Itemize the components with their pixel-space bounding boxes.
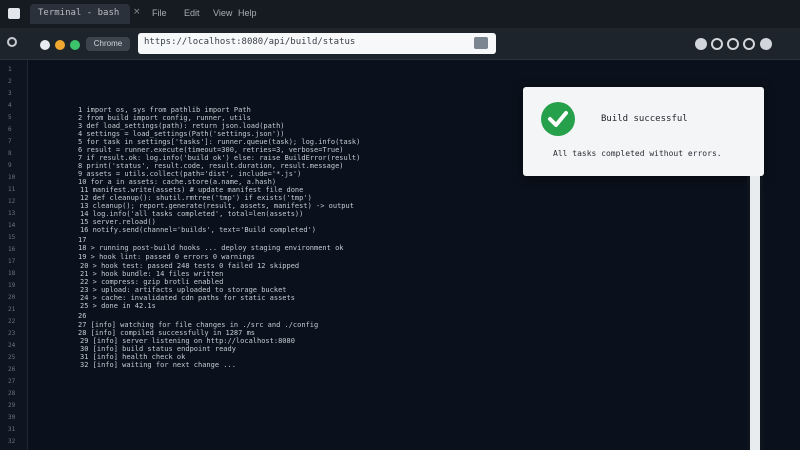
line-number: 11 [8, 186, 16, 193]
reload-button[interactable] [727, 38, 739, 50]
line-number: 32 [8, 438, 16, 445]
dialog-title: Build successful [601, 114, 688, 124]
code-line: 18 > running post-build hooks ... deploy… [78, 244, 344, 252]
line-number: 1 [8, 66, 12, 73]
forward-button[interactable] [711, 38, 723, 50]
line-number: 28 [8, 390, 16, 397]
code-line: 22 > compress: gzip brotli enabled [80, 278, 224, 286]
code-line: 3 def load_settings(path): return json.l… [78, 122, 285, 130]
code-line: 23 > upload: artifacts uploaded to stora… [80, 286, 287, 294]
code-line: 30 [info] build status endpoint ready [80, 345, 236, 353]
line-number: 12 [8, 198, 16, 205]
line-number: 21 [8, 306, 16, 313]
line-number: 14 [8, 222, 16, 229]
code-line: 14 log.info('all tasks completed', total… [80, 210, 304, 218]
line-number: 22 [8, 318, 16, 325]
line-number: 17 [8, 258, 16, 265]
line-number: 2 [8, 78, 12, 85]
address-text: https://localhost:8080/api/build/status [144, 37, 356, 47]
folder-icon[interactable] [8, 8, 20, 19]
close-window-button[interactable] [40, 40, 50, 50]
success-dialog: Build successful All tasks completed wit… [523, 87, 764, 176]
back-button[interactable] [695, 38, 707, 50]
address-bar[interactable]: https://localhost:8080/api/build/status [138, 33, 496, 54]
menu-item-help[interactable]: Help [238, 8, 257, 18]
code-line: 1 import os, sys from pathlib import Pat… [78, 106, 251, 114]
tab-terminal[interactable]: Terminal - bash [30, 4, 130, 24]
line-number: 16 [8, 246, 16, 253]
line-number: 20 [8, 294, 16, 301]
line-number: 3 [8, 90, 12, 97]
code-line: 19 > hook lint: passed 0 errors 0 warnin… [78, 253, 256, 261]
code-line: 13 cleanup(); report.generate(result, as… [80, 202, 354, 210]
line-number: 24 [8, 342, 16, 349]
code-line: 26 [78, 312, 87, 320]
line-number: 5 [8, 114, 12, 121]
line-number: 6 [8, 126, 12, 133]
scrollbar[interactable] [747, 176, 763, 450]
line-number: 26 [8, 366, 16, 373]
line-number: 27 [8, 378, 16, 385]
line-number-gutter: 1 2 3 4 5 6 7 8 9 10 11 12 13 14 15 16 17 18 19 20 21 22 23 24 2… [0, 60, 28, 450]
tab-label: Terminal - bash [38, 8, 120, 18]
settings-icon[interactable] [7, 37, 17, 47]
home-button[interactable] [743, 38, 755, 50]
line-number: 18 [8, 270, 16, 277]
maximize-window-button[interactable] [70, 40, 80, 50]
line-number: 13 [8, 210, 16, 217]
code-line: 29 [info] server listening on http://loc… [80, 337, 295, 345]
title-bar: Terminal - bash × File Edit View Help [0, 0, 800, 28]
code-line: 8 print('status', result.code, result.du… [78, 162, 344, 170]
line-number: 31 [8, 426, 16, 433]
menu-item-edit[interactable]: Edit [184, 8, 200, 18]
code-line: 7 if result.ok: log.info('build ok') els… [78, 154, 361, 162]
line-number: 8 [8, 150, 12, 157]
code-line: 2 from build import config, runner, util… [78, 114, 251, 122]
code-line: 9 assets = utils.collect(path='dist', in… [78, 170, 302, 178]
menu-item-view[interactable]: View [213, 8, 232, 18]
code-line: 5 for task in settings['tasks']: runner.… [78, 138, 361, 146]
line-number: 23 [8, 330, 16, 337]
dialog-message: All tasks completed without errors. [553, 149, 722, 158]
code-line: 12 def cleanup(): shutil.rmtree('tmp') i… [80, 194, 312, 202]
line-number: 9 [8, 162, 12, 169]
code-line: 24 > cache: invalidated cdn paths for st… [80, 294, 295, 302]
close-icon[interactable]: × [133, 7, 141, 17]
code-line: 28 [info] compiled successfully in 1287 … [78, 329, 256, 337]
browser-brand: Chrome [86, 37, 130, 51]
code-line: 31 [info] health check ok [80, 353, 186, 361]
code-line: 4 settings = load_settings(Path('setting… [78, 130, 285, 138]
code-line: 16 notify.send(channel='builds', text='B… [80, 226, 317, 234]
line-number: 4 [8, 102, 12, 109]
checkmark-circle-icon [541, 102, 575, 136]
code-line: 21 > hook bundle: 14 files written [80, 270, 224, 278]
code-line: 17 [78, 236, 87, 244]
code-line: 25 > done in 42.1s [80, 302, 156, 310]
line-number: 19 [8, 282, 16, 289]
code-line: 10 for a in assets: cache.store(a.name, … [78, 178, 277, 186]
code-line: 6 result = runner.execute(timeout=300, r… [78, 146, 344, 154]
line-number: 15 [8, 234, 16, 241]
menu-button[interactable] [760, 38, 772, 50]
scrollbar-thumb[interactable] [750, 176, 760, 450]
menu-item-file[interactable]: File [152, 8, 167, 18]
code-line: 11 manifest.write(assets) # update manif… [80, 186, 304, 194]
line-number: 7 [8, 138, 12, 145]
line-number: 29 [8, 402, 16, 409]
line-number: 10 [8, 174, 16, 181]
code-line: 15 server.reload() [80, 218, 156, 226]
code-line: 32 [info] waiting for next change ... [80, 361, 236, 369]
code-line: 27 [info] watching for file changes in .… [78, 321, 319, 329]
code-line: 20 > hook test: passed 248 tests 0 faile… [80, 262, 300, 270]
line-number: 25 [8, 354, 16, 361]
minimize-window-button[interactable] [55, 40, 65, 50]
line-number: 30 [8, 414, 16, 421]
bookmark-icon[interactable] [474, 37, 488, 49]
